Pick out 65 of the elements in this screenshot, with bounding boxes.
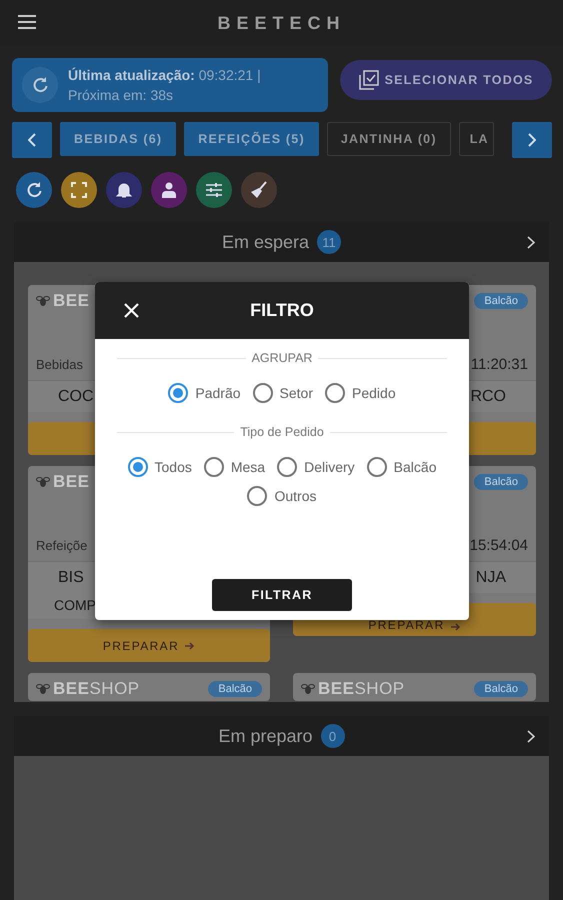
person-icon	[160, 181, 178, 199]
radio-option[interactable]: Pedido	[325, 383, 396, 403]
category-tab[interactable]: BEBIDAS (6)	[60, 122, 176, 156]
group-label: Tipo de Pedido	[240, 425, 324, 439]
category-label: Refeiçõe	[36, 538, 88, 552]
app-logo: BEETECH	[217, 12, 346, 34]
brand-logo: BEESHOP	[318, 679, 405, 699]
bee-icon	[36, 683, 50, 695]
order-type-badge: Balcão	[474, 293, 528, 309]
radio-option[interactable]: Padrão	[168, 383, 241, 403]
section-title: Em espera	[222, 232, 310, 252]
bee-icon	[36, 295, 50, 307]
count-badge: 11	[317, 230, 342, 254]
action-button[interactable]	[16, 172, 52, 208]
arrow-right-icon	[450, 622, 461, 632]
arrow-right-icon	[185, 640, 196, 650]
radio-option[interactable]: Mesa	[204, 457, 266, 477]
section-title: Em preparo	[218, 726, 313, 746]
last-update-text: Última atualização: 09:32:21 |	[68, 67, 261, 83]
bee-icon	[36, 476, 50, 488]
prepare-button[interactable]: PREPARAR	[28, 629, 270, 662]
category-tab[interactable]: LA	[458, 122, 494, 156]
expand-icon	[70, 181, 88, 199]
refresh-icon	[25, 181, 43, 199]
dialog-title: FILTRO	[250, 300, 314, 321]
order-type-badge: Balcão	[474, 681, 528, 697]
chevron-right-icon[interactable]	[527, 236, 535, 249]
action-button[interactable]	[106, 172, 142, 208]
refresh-icon[interactable]	[31, 76, 49, 94]
previous-button[interactable]	[12, 122, 52, 158]
brand-logo: BEE	[53, 291, 90, 311]
select-all-button[interactable]: SELECIONAR TODOS	[340, 60, 552, 100]
category-label: Bebidas	[36, 356, 83, 372]
broom-icon	[250, 181, 268, 199]
action-button[interactable]	[241, 172, 277, 208]
close-icon	[123, 302, 140, 319]
action-button[interactable]	[196, 172, 232, 208]
radio-option[interactable]: Balcão	[366, 457, 436, 477]
brand-logo: BEESHOP	[53, 679, 140, 699]
order-type-badge: Balcão	[208, 681, 262, 697]
chevron-right-icon	[528, 133, 536, 147]
order-type-badge: Balcão	[474, 474, 528, 490]
chevron-left-icon	[28, 133, 36, 147]
next-update-text: Próxima em: 38s	[68, 87, 174, 103]
bell-icon	[115, 181, 133, 199]
action-button[interactable]	[61, 172, 97, 208]
chevron-right-icon[interactable]	[527, 730, 535, 743]
menu-icon[interactable]	[18, 15, 36, 29]
count-badge: 0	[320, 724, 345, 748]
category-tab[interactable]: JANTINHA (0)	[326, 122, 451, 156]
group-label: AGRUPAR	[252, 351, 312, 365]
bee-icon	[301, 683, 315, 695]
brand-logo: BEE	[53, 472, 90, 492]
radio-option[interactable]: Todos	[128, 457, 192, 477]
radio-option[interactable]: Delivery	[277, 457, 355, 477]
sliders-icon	[205, 181, 223, 199]
order-time: 15:54:04	[470, 536, 528, 554]
radio-option[interactable]: Outros	[247, 486, 316, 506]
next-button[interactable]	[512, 122, 552, 158]
action-button[interactable]	[151, 172, 187, 208]
checkbox-stack-icon	[358, 70, 379, 90]
close-button[interactable]	[123, 302, 140, 319]
filter-button[interactable]: FILTRAR	[212, 579, 352, 611]
category-tab[interactable]: REFEIÇÕES (5)	[184, 122, 319, 156]
order-time: 11:20:31	[470, 356, 528, 372]
